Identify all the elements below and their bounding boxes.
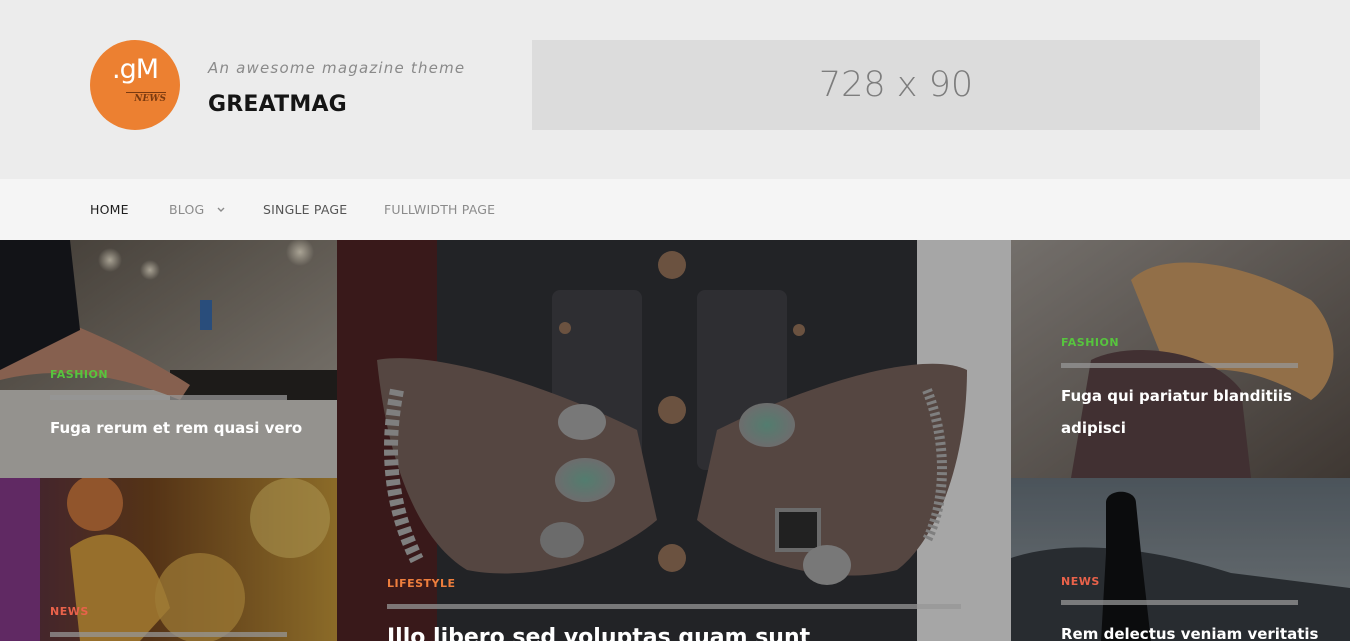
post-title[interactable]: Fuga rerum et rem quasi vero	[50, 412, 310, 444]
separator-bar	[50, 395, 287, 400]
category-label[interactable]: NEWS	[50, 605, 89, 618]
nav-item-blog[interactable]: BLOG	[169, 202, 225, 217]
post-title[interactable]: Fuga qui pariatur blanditiis adipisci	[1061, 380, 1301, 444]
nav-item-home[interactable]: HOME	[90, 202, 129, 217]
category-label[interactable]: LIFESTYLE	[387, 577, 456, 590]
featured-post-tile[interactable]: FASHION Fuga qui pariatur blanditiis adi…	[1011, 240, 1350, 478]
featured-post-tile[interactable]: NEWS	[0, 478, 337, 641]
nav-item-label: FULLWIDTH PAGE	[384, 202, 496, 217]
featured-post-tile[interactable]: NEWS Rem delectus veniam veritatis	[1011, 478, 1350, 641]
category-label[interactable]: NEWS	[1061, 575, 1100, 588]
nav-item-label: HOME	[90, 202, 129, 217]
ad-banner[interactable]: 728 x 90	[532, 40, 1260, 130]
nav-item-single-page[interactable]: SINGLE PAGE	[263, 202, 347, 217]
site-title[interactable]: GREATMAG	[208, 92, 347, 117]
logo-sub: NEWS	[126, 92, 166, 104]
separator-bar	[1061, 363, 1298, 368]
site-logo[interactable]: .gM NEWS	[90, 40, 180, 130]
main-navigation: HOME BLOG SINGLE PAGE FULLWIDTH PAGE	[0, 179, 1350, 240]
nav-item-label: SINGLE PAGE	[263, 202, 348, 217]
separator-bar	[1061, 600, 1298, 605]
site-header: .gM NEWS An awesome magazine theme GREAT…	[0, 0, 1350, 179]
separator-bar	[50, 632, 287, 637]
nav-item-fullwidth-page[interactable]: FULLWIDTH PAGE	[384, 202, 495, 217]
featured-post-main[interactable]: LIFESTYLE Illo libero sed voluptas quam …	[337, 240, 1011, 641]
ad-banner-label: 728 x 90	[818, 65, 974, 105]
nav-item-label: BLOG	[169, 202, 205, 217]
category-label[interactable]: FASHION	[50, 368, 108, 381]
separator-bar	[387, 604, 961, 609]
category-label[interactable]: FASHION	[1061, 336, 1119, 349]
site-tagline: An awesome magazine theme	[208, 59, 466, 77]
logo-mark: .gM	[111, 54, 159, 85]
chevron-down-icon	[217, 207, 225, 212]
post-title[interactable]: Illo libero sed voluptas quam sunt	[387, 623, 810, 641]
featured-post-tile[interactable]: FASHION Fuga rerum et rem quasi vero	[0, 240, 337, 478]
post-title[interactable]: Rem delectus veniam veritatis	[1061, 618, 1321, 641]
